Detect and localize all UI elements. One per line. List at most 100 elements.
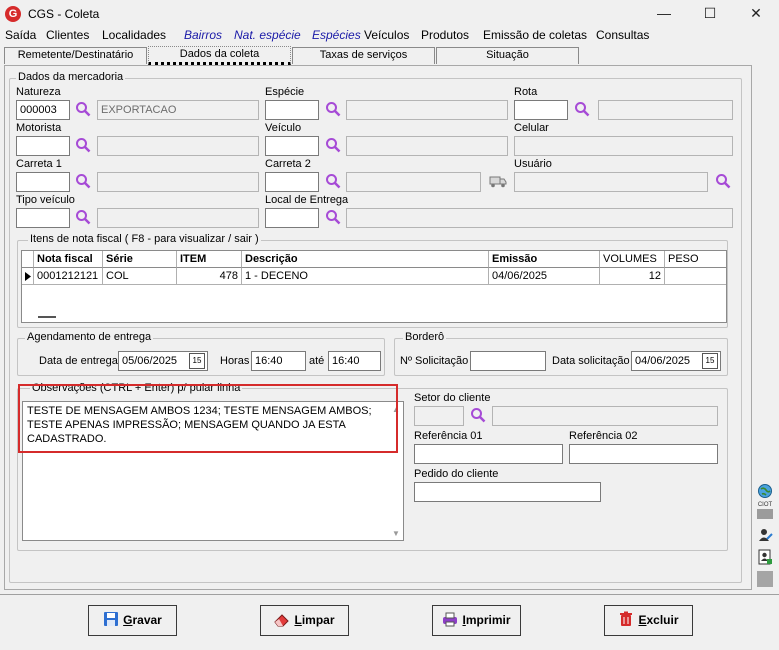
cell-descricao[interactable]: 1 - DECENO <box>242 268 489 285</box>
tab-situacao[interactable]: Situação <box>436 47 579 64</box>
veiculo-code-input[interactable] <box>265 136 319 156</box>
rota-code-input[interactable] <box>514 100 568 120</box>
especie-desc-field <box>346 100 508 120</box>
col-header-emissao[interactable]: Emissão <box>489 251 600 268</box>
menu-consultas[interactable]: Consultas <box>596 28 649 42</box>
col-header-serie[interactable]: Série <box>103 251 177 268</box>
carreta2-label: Carreta 2 <box>265 158 311 170</box>
especie-code-input[interactable] <box>265 100 319 120</box>
search-icon[interactable] <box>75 101 91 117</box>
menu-saida[interactable]: Saída <box>5 28 36 42</box>
search-icon[interactable] <box>75 137 91 153</box>
search-icon[interactable] <box>715 173 731 189</box>
referencia02-label: Referência 02 <box>569 430 638 442</box>
limpar-button[interactable]: Limpar <box>260 605 349 636</box>
col-header-item[interactable]: ITEM <box>177 251 242 268</box>
tab-dados-coleta[interactable]: Dados da coleta <box>148 46 291 65</box>
bottom-separator <box>0 594 779 595</box>
maximize-button[interactable]: ☐ <box>687 0 733 27</box>
carreta1-code-input[interactable] <box>16 172 70 192</box>
excluir-button[interactable]: Excluir <box>604 605 693 636</box>
carreta1-label: Carreta 1 <box>16 158 62 170</box>
menu-produtos[interactable]: Produtos <box>421 28 469 42</box>
pedido-cliente-input[interactable] <box>414 482 601 502</box>
referencia01-input[interactable] <box>414 444 563 464</box>
cell-emissao[interactable]: 04/06/2025 <box>489 268 600 285</box>
trash-icon <box>618 609 634 626</box>
document-person-icon[interactable] <box>757 549 773 565</box>
cell-item[interactable]: 478 <box>177 268 242 285</box>
menu-especies[interactable]: Espécies <box>312 28 361 42</box>
calendar-icon[interactable]: 15 <box>702 353 718 369</box>
excluir-label: xcluir <box>646 613 679 627</box>
tipo-veiculo-label: Tipo veículo <box>16 194 75 206</box>
carreta2-desc-field <box>346 172 481 192</box>
motorista-label: Motorista <box>16 122 62 134</box>
natureza-code-input[interactable]: 000003 <box>16 100 70 120</box>
itens-grid[interactable]: Nota fiscal Série ITEM Descrição Emissão… <box>21 250 727 323</box>
ciot-icon[interactable]: CIOT <box>757 502 773 520</box>
search-icon[interactable] <box>574 101 590 117</box>
usuario-field <box>514 172 708 192</box>
data-entrega-label: Data de entrega <box>39 355 118 367</box>
menu-emissao-coletas[interactable]: Emissão de coletas <box>483 28 587 42</box>
carreta2-code-input[interactable] <box>265 172 319 192</box>
search-icon[interactable] <box>470 407 486 423</box>
imprimir-button[interactable]: Imprimir <box>432 605 521 636</box>
globe-icon[interactable] <box>757 483 773 499</box>
menu-clientes[interactable]: Clientes <box>46 28 89 42</box>
menu-nat-especie[interactable]: Nat. espécie <box>234 28 301 42</box>
cell-volumes[interactable]: 12 <box>600 268 665 285</box>
close-button[interactable]: ✕ <box>733 0 779 27</box>
especie-label: Espécie <box>265 86 305 98</box>
cell-serie[interactable]: COL <box>103 268 177 285</box>
ciot-bar <box>757 509 773 519</box>
gravar-button[interactable]: Gravar <box>88 605 177 636</box>
menu-veiculos[interactable]: Veículos <box>364 28 409 42</box>
horas-label: Horas <box>220 355 250 367</box>
imprimir-label: mprimir <box>465 613 511 627</box>
motorista-code-input[interactable] <box>16 136 70 156</box>
hora-fim-input[interactable]: 16:40 <box>328 351 381 371</box>
data-solicitacao-label: Data solicitação <box>552 355 630 367</box>
truck-icon[interactable] <box>489 174 507 188</box>
cell-nota-fiscal[interactable]: 0001212121 <box>34 268 103 285</box>
col-header-volumes[interactable]: VOLUMES <box>600 251 665 268</box>
col-header-nota-fiscal[interactable]: Nota fiscal <box>34 251 103 268</box>
menu-localidades[interactable]: Localidades <box>102 28 166 42</box>
save-icon <box>103 609 119 626</box>
tab-taxas-servicos[interactable]: Taxas de serviços <box>292 47 435 64</box>
agendamento-legend: Agendamento de entrega <box>25 331 154 343</box>
referencia02-input[interactable] <box>569 444 718 464</box>
search-icon[interactable] <box>325 173 341 189</box>
usuario-label: Usuário <box>514 158 552 170</box>
cell-peso[interactable] <box>665 268 726 285</box>
tipo-veiculo-code-input[interactable] <box>16 208 70 228</box>
tab-remetente-destinatario[interactable]: Remetente/Destinatário <box>4 47 147 64</box>
gravar-label: ravar <box>132 613 162 627</box>
calendar-icon[interactable]: 15 <box>189 353 205 369</box>
person-edit-icon[interactable] <box>757 527 773 543</box>
search-icon[interactable] <box>75 209 91 225</box>
excluir-hotkey: E <box>638 613 647 627</box>
ate-label: até <box>309 355 325 367</box>
blank-tool-icon[interactable] <box>757 571 773 587</box>
itens-legend: Itens de nota fiscal ( F8 - para visuali… <box>28 233 261 245</box>
minimize-button[interactable]: — <box>641 0 687 27</box>
solicitacao-input[interactable] <box>470 351 546 371</box>
hora-inicio-input[interactable]: 16:40 <box>251 351 306 371</box>
local-entrega-code-input[interactable] <box>265 208 319 228</box>
scroll-down-arrow-icon[interactable]: ▼ <box>392 529 400 538</box>
search-icon[interactable] <box>325 101 341 117</box>
search-icon[interactable] <box>325 209 341 225</box>
col-header-peso[interactable]: PESO <box>665 251 726 268</box>
celular-field <box>514 136 733 156</box>
search-icon[interactable] <box>325 137 341 153</box>
printer-icon <box>442 609 458 627</box>
col-header-descricao[interactable]: Descrição <box>242 251 489 268</box>
setor-code-field <box>414 406 464 426</box>
pedido-cliente-label: Pedido do cliente <box>414 468 499 480</box>
search-icon[interactable] <box>75 173 91 189</box>
new-row-marker <box>38 316 56 318</box>
menu-bairros[interactable]: Bairros <box>184 28 222 42</box>
